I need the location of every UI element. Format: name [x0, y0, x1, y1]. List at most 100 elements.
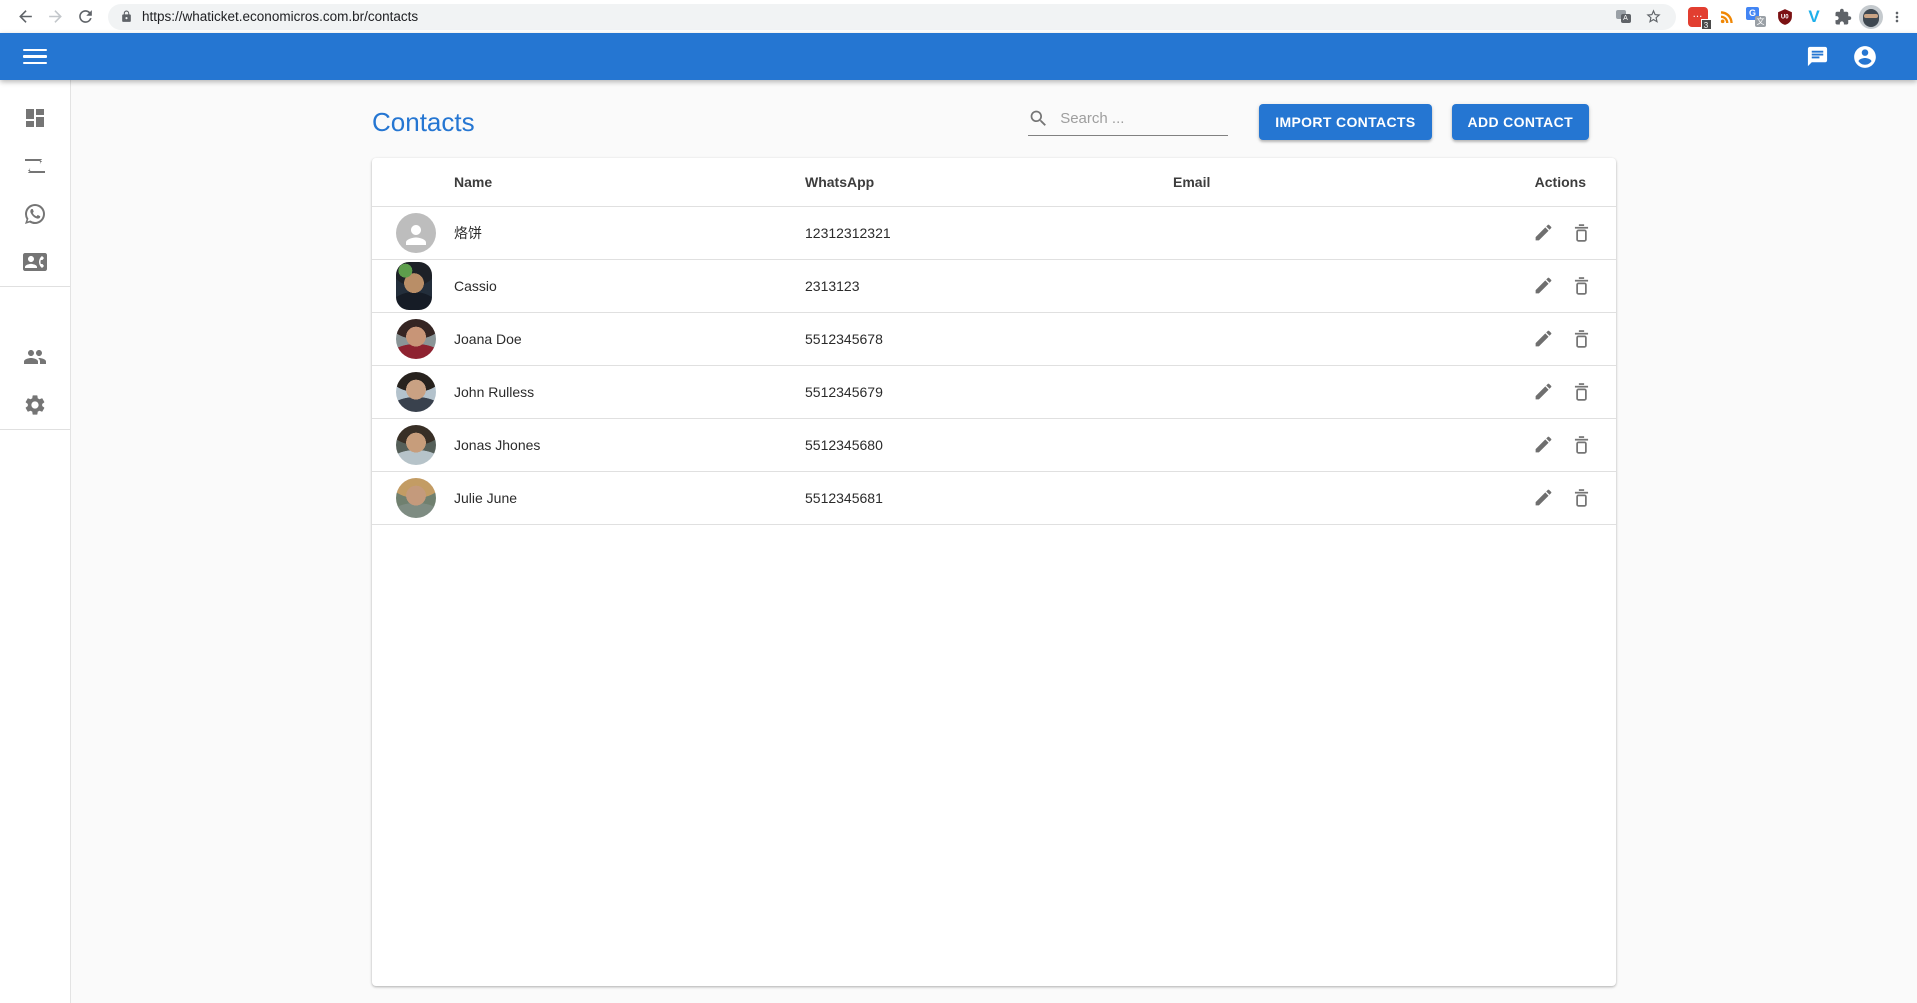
trash-icon	[1571, 275, 1592, 296]
header-email: Email	[1173, 158, 1466, 206]
back-arrow-icon	[16, 7, 35, 26]
red-dots-extension-button[interactable]: ... 3	[1688, 7, 1708, 27]
address-bar[interactable]: https://whaticket.economicros.com.br/con…	[108, 4, 1676, 30]
search-input[interactable]	[1060, 110, 1215, 127]
trash-icon	[1571, 434, 1592, 455]
sidebar-item-connections[interactable]	[0, 142, 70, 190]
sidebar-item-contacts[interactable]	[0, 238, 70, 286]
table-row: 烙饼 12312312321	[372, 206, 1616, 259]
delete-contact-button[interactable]	[1568, 273, 1594, 299]
sidebar-item-dashboard[interactable]	[0, 94, 70, 142]
contact-name: Julie June	[454, 471, 805, 524]
app-bar-actions	[1806, 44, 1878, 70]
header-avatar	[372, 158, 454, 206]
import-contacts-button[interactable]: IMPORT CONTACTS	[1259, 104, 1431, 140]
trash-icon	[1571, 381, 1592, 402]
contact-avatar	[396, 213, 436, 253]
contact-whatsapp: 12312312321	[805, 206, 1173, 259]
contact-name: Joana Doe	[454, 312, 805, 365]
contact-email	[1173, 312, 1466, 365]
reload-icon	[76, 7, 95, 26]
forward-button[interactable]	[40, 3, 70, 31]
puzzle-icon	[1834, 8, 1852, 26]
sidebar-item-users[interactable]	[0, 333, 70, 381]
sidebar-divider-bottom	[0, 429, 70, 430]
translate-page-button[interactable]: A	[1612, 6, 1634, 28]
contact-name: John Rulless	[454, 365, 805, 418]
search-box	[1028, 108, 1228, 136]
delete-contact-button[interactable]	[1568, 379, 1594, 405]
reload-button[interactable]	[70, 3, 100, 31]
browser-profile-button[interactable]	[1859, 5, 1883, 29]
add-contact-button[interactable]: ADD CONTACT	[1452, 104, 1589, 140]
edit-contact-button[interactable]	[1530, 220, 1556, 246]
contact-name: Cassio	[454, 259, 805, 312]
vimeo-extension-button[interactable]: V	[1804, 7, 1824, 27]
edit-contact-button[interactable]	[1530, 326, 1556, 352]
star-icon	[1645, 8, 1662, 25]
main-content: Contacts IMPORT CONTACTS ADD CONTACT	[71, 80, 1917, 1003]
ublock-shield-icon: U0	[1776, 8, 1794, 26]
header-actions: IMPORT CONTACTS ADD CONTACT	[1028, 104, 1616, 140]
contact-email	[1173, 471, 1466, 524]
rss-icon	[1718, 8, 1736, 26]
kebab-menu-icon	[1889, 9, 1905, 25]
contact-avatar	[396, 425, 436, 465]
google-translate-extension-button[interactable]: G 文	[1746, 7, 1766, 27]
contact-whatsapp: 5512345679	[805, 365, 1173, 418]
contact-email	[1173, 259, 1466, 312]
contact-avatar	[396, 262, 432, 310]
delete-contact-button[interactable]	[1568, 432, 1594, 458]
sidebar-item-tickets[interactable]	[0, 190, 70, 238]
contact-whatsapp: 5512345681	[805, 471, 1173, 524]
trash-icon	[1571, 487, 1592, 508]
translate-icon: A	[1616, 10, 1631, 23]
sidebar-spacer	[0, 287, 70, 333]
browser-toolbar: https://whaticket.economicros.com.br/con…	[0, 0, 1917, 33]
edit-pencil-icon	[1533, 328, 1554, 349]
delete-contact-button[interactable]	[1568, 326, 1594, 352]
table-row: Cassio 2313123	[372, 259, 1616, 312]
edit-pencil-icon	[1533, 222, 1554, 243]
edit-pencil-icon	[1533, 275, 1554, 296]
delete-contact-button[interactable]	[1568, 485, 1594, 511]
edit-contact-button[interactable]	[1530, 432, 1556, 458]
red-dots-extension-label: ...	[1693, 10, 1703, 19]
ublock-origin-extension-button[interactable]: U0	[1775, 7, 1795, 27]
page-title: Contacts	[372, 107, 475, 138]
delete-contact-button[interactable]	[1568, 220, 1594, 246]
edit-contact-button[interactable]	[1530, 485, 1556, 511]
extensions-row: ... 3 G 文 U0 V	[1688, 7, 1853, 27]
table-row: Julie June 5512345681	[372, 471, 1616, 524]
rss-extension-button[interactable]	[1717, 7, 1737, 27]
person-placeholder-icon	[401, 220, 431, 250]
bookmark-button[interactable]	[1642, 6, 1664, 28]
contact-avatar	[396, 478, 436, 518]
gear-icon	[23, 393, 47, 417]
extensions-menu-button[interactable]	[1833, 7, 1853, 27]
contact-whatsapp: 5512345678	[805, 312, 1173, 365]
people-icon	[23, 345, 47, 369]
header-actions: Actions	[1466, 158, 1616, 206]
contacts-card: Name WhatsApp Email Actions 烙饼 123123123…	[372, 158, 1616, 986]
edit-contact-button[interactable]	[1530, 273, 1556, 299]
chat-icon[interactable]	[1806, 45, 1829, 68]
edit-pencil-icon	[1533, 381, 1554, 402]
back-button[interactable]	[10, 3, 40, 31]
padlock-icon	[120, 10, 133, 23]
contact-whatsapp: 2313123	[805, 259, 1173, 312]
contact-email	[1173, 418, 1466, 471]
dashboard-icon	[23, 106, 47, 130]
sidebar-item-settings[interactable]	[0, 381, 70, 429]
hamburger-icon	[23, 49, 47, 52]
browser-menu-button[interactable]	[1887, 7, 1907, 27]
ninja-avatar-icon	[1863, 9, 1879, 27]
menu-button[interactable]	[23, 45, 47, 69]
url-text: https://whaticket.economicros.com.br/con…	[142, 9, 418, 24]
sync-alt-icon	[23, 154, 47, 178]
whatsapp-icon	[23, 202, 47, 226]
table-row: Jonas Jhones 5512345680	[372, 418, 1616, 471]
edit-contact-button[interactable]	[1530, 379, 1556, 405]
account-circle-icon[interactable]	[1852, 44, 1878, 70]
table-row: Joana Doe 5512345678	[372, 312, 1616, 365]
